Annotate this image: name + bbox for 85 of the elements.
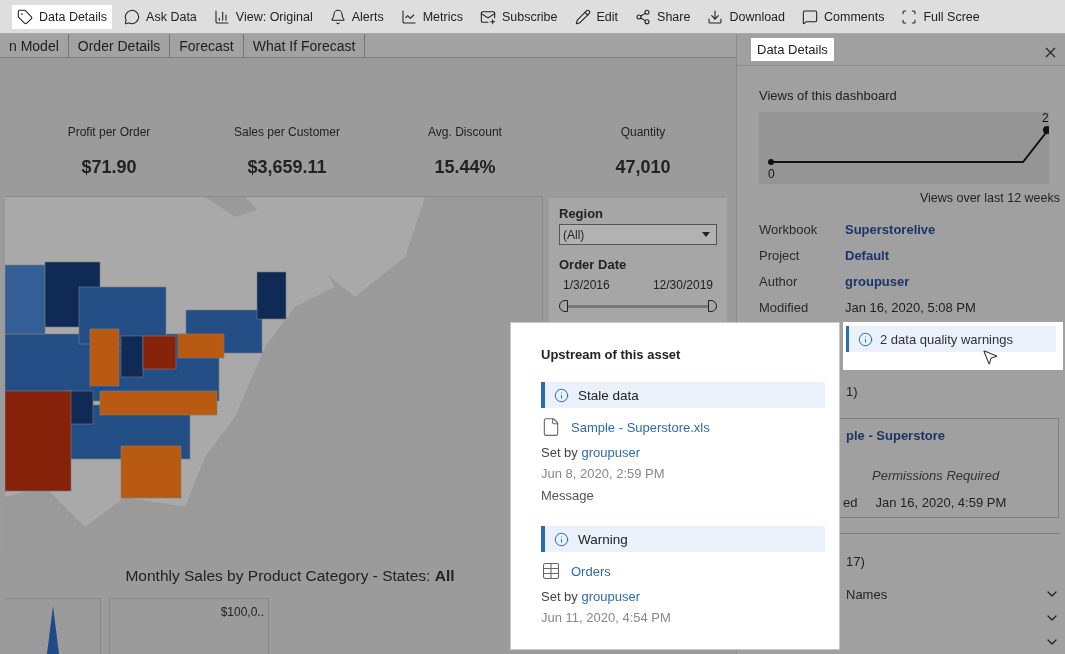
toolbar-button[interactable]: Download	[702, 4, 791, 29]
detail-label: Modified	[759, 299, 810, 315]
asset-link[interactable]: Sample - Superstore.xls	[571, 419, 710, 435]
quality-warning-badge[interactable]: 2 data quality warnings	[846, 326, 1056, 352]
sheet-tab[interactable]: Order Details	[68, 34, 171, 57]
comment-icon	[802, 8, 819, 25]
toolbar-button[interactable]: Edit	[569, 4, 624, 29]
chart-caption: Views over last 12 weeks	[919, 190, 1060, 206]
data-label: 2	[1042, 112, 1049, 125]
warning-date: Jun 11, 2020, 4:54 PM	[541, 609, 672, 627]
toolbar-button[interactable]: Data Details	[12, 4, 113, 29]
user-link[interactable]: groupuser	[581, 589, 641, 604]
permissions-note: Permissions Required	[872, 468, 1001, 484]
date-end: 12/30/2019	[652, 278, 713, 292]
kpi-value: 47,010	[615, 157, 671, 178]
cursor-icon	[981, 348, 999, 366]
message-label: Message	[541, 487, 595, 505]
toolbar-button[interactable]: Comments	[797, 4, 890, 29]
kpi-label: Profit per Order	[67, 125, 151, 139]
detail-label: Project	[759, 247, 801, 263]
sheet-tab[interactable]: Forecast	[170, 34, 244, 57]
set-by-text: Set by groupuser	[541, 444, 642, 462]
kpi-label: Avg. Discount	[428, 125, 502, 139]
detail-label: Author	[759, 273, 799, 289]
info-icon	[554, 387, 569, 403]
file-icon	[541, 417, 561, 437]
detail-link[interactable]: Superstorelive	[845, 221, 1060, 237]
kpi-value: $71.90	[81, 157, 137, 178]
section-count: 17)	[846, 554, 866, 570]
asset-link[interactable]: Orders	[571, 563, 611, 579]
section-count: 1)	[846, 384, 859, 400]
axis-label: $100,0..	[220, 605, 264, 619]
section-title: Views of this dashboard	[759, 88, 898, 104]
toolbar-button[interactable]: Metrics	[395, 4, 468, 29]
toolbar-button[interactable]: Subscribe	[474, 4, 563, 29]
download-icon	[707, 8, 724, 25]
warning-date: Jun 8, 2020, 2:59 PM	[541, 465, 666, 483]
popover-title: Upstream of this asset	[541, 347, 682, 363]
warning-title: Stale data	[578, 387, 639, 403]
detail-label: ed	[843, 495, 858, 511]
panel-title: Data Details	[751, 38, 834, 61]
bell-icon	[329, 8, 346, 25]
kpi-label: Sales per Customer	[233, 125, 340, 139]
region-dropdown[interactable]: (All)	[559, 224, 717, 245]
kpi-value: $3,659.11	[247, 157, 327, 178]
data-point	[1043, 126, 1049, 134]
data-point	[768, 159, 774, 165]
kpi-label: Quantity	[620, 125, 666, 139]
sheet-tab[interactable]: n Model	[0, 34, 69, 57]
toolbar-button[interactable]: Share	[630, 4, 696, 29]
toolbar-button[interactable]: Ask Data	[119, 4, 202, 29]
line-chart-icon	[400, 8, 417, 25]
detail-value: Jan 16, 2020, 5:08 PM	[845, 299, 977, 315]
user-link[interactable]: groupuser	[581, 445, 641, 460]
toolbar-button[interactable]: Full Scree	[896, 4, 985, 29]
bar-chart-icon	[213, 8, 230, 25]
info-icon	[554, 531, 569, 547]
caret-icon	[702, 232, 710, 237]
tag-icon	[17, 8, 33, 25]
chat-bubble-icon	[124, 8, 141, 25]
detail-value: Jan 16, 2020, 4:59 PM	[875, 495, 1007, 511]
slider-handle[interactable]	[559, 300, 568, 312]
chart-title: Monthly Sales by Product Category - States: All	[125, 566, 455, 585]
sheet-tab[interactable]: What If Forecast	[243, 34, 366, 57]
slider-handle[interactable]	[708, 300, 717, 312]
info-icon	[858, 331, 873, 347]
detail-link[interactable]: Default	[845, 247, 1060, 263]
pencil-icon	[574, 8, 591, 25]
date-start: 1/3/2016	[563, 278, 610, 292]
field-name: Names	[846, 586, 888, 602]
filter-label: Order Date	[559, 257, 628, 272]
detail-link[interactable]: groupuser	[845, 273, 1060, 289]
connection-name[interactable]: ple - Superstore	[846, 428, 1058, 444]
toolbar-button[interactable]: View: Original	[208, 4, 318, 29]
mail-plus-icon	[479, 8, 496, 25]
detail-label: Workbook	[759, 221, 819, 237]
toolbar-button[interactable]: Alerts	[324, 4, 389, 29]
table-icon	[541, 561, 561, 581]
set-by-text: Set by groupuser	[541, 588, 642, 606]
kpi-value: 15.44%	[434, 157, 496, 178]
warning-title: Warning	[578, 531, 628, 547]
share-icon	[635, 8, 652, 25]
fullscreen-icon	[901, 8, 918, 25]
filter-label: Region	[559, 206, 605, 221]
data-label: 0	[768, 167, 775, 181]
